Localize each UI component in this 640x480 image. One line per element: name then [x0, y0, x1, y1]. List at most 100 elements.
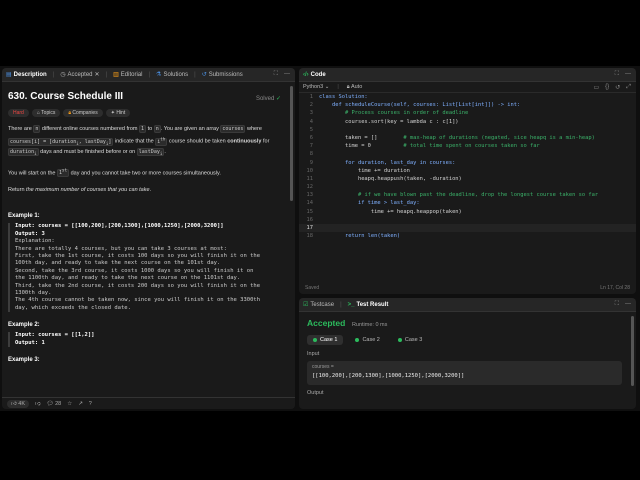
example-line: There are totally 4 courses, but you can… [15, 245, 227, 252]
braces-icon[interactable]: {} [605, 84, 609, 91]
line-number: 18 [306, 233, 314, 240]
topics-chip[interactable]: ⌂ Topics [31, 109, 61, 117]
result-scrollbar[interactable] [631, 316, 634, 386]
case-tab-1[interactable]: Case 1 [307, 335, 344, 345]
case-tab-3[interactable]: Case 3 [392, 335, 428, 345]
line-number: 16 [306, 216, 314, 223]
code-icon: ‹/› [303, 71, 309, 78]
bookmark-icon[interactable]: ▭ [593, 84, 599, 91]
code-line[interactable]: 2 def scheduleCourse(self, courses: List… [299, 101, 636, 109]
solved-status: Solved ✓ [255, 96, 281, 102]
code-line[interactable]: 1 class Solution: [299, 93, 636, 101]
code-line[interactable]: 7 time = 0 # total time spent on courses… [299, 142, 636, 150]
code-line[interactable]: 10 time += duration [299, 167, 636, 175]
tab-editorial[interactable]: ▥ Editorial [113, 71, 142, 79]
pass-dot-icon [397, 338, 402, 342]
tab-accepted[interactable]: ◷ Accepted ✕ [60, 71, 100, 79]
example-2-title: Example 2: [8, 322, 40, 329]
line-text: return len(taken) [319, 233, 401, 240]
auto-mode-toggle[interactable]: 🔒︎ Auto [347, 84, 363, 91]
code-line[interactable]: 6 taken = [] # max-heap of durations (ne… [299, 134, 636, 142]
close-icon[interactable]: ✕ [95, 71, 100, 78]
difficulty-badge: Hard [8, 109, 29, 117]
code-line[interactable]: 4 courses.sort(key = lambda c : c[1]) [299, 118, 636, 126]
code-line[interactable]: 16 [299, 216, 636, 224]
share-icon[interactable]: ↗ [78, 401, 83, 407]
code-line[interactable]: 9 for duration, last_day in courses: [299, 159, 636, 167]
book-icon: ▥ [113, 72, 119, 78]
description-scrollbar[interactable] [290, 86, 293, 201]
tab-separator: | [52, 71, 55, 78]
example-3-title: Example 3: [8, 357, 40, 363]
comments-button[interactable]: 💬︎ 28 [47, 401, 62, 407]
description-footer: 👍︎ 4K 👎︎ 💬︎ 28 ☆ ↗ ? [2, 397, 295, 409]
code-line[interactable]: 18 return len(taken) [299, 232, 636, 240]
help-icon[interactable]: ? [89, 401, 92, 407]
line-text: # Process courses in order of deadline [344, 110, 469, 117]
collapse-icon[interactable]: — [284, 71, 290, 78]
example-line: Explanation: [15, 238, 55, 245]
example-line: Output: 1 [15, 339, 45, 346]
collapse-icon[interactable]: — [625, 71, 631, 78]
cursor-position: Ln 17, Col 28 [600, 285, 630, 291]
tab-testcase[interactable]: ☑ Testcase [303, 301, 334, 309]
courses-inline-code: courses[i] = [durationi, lastDayi] [8, 137, 114, 146]
code-line[interactable]: 17 [299, 224, 636, 233]
tab-description[interactable]: ▤ Description [6, 71, 47, 79]
case-tab-2[interactable]: Case 2 [349, 335, 385, 345]
tab-solutions[interactable]: ⚗ Solutions [156, 71, 188, 79]
line-text: def scheduleCourse(self, courses: List[L… [319, 102, 521, 109]
check-circle-icon: ✓ [275, 96, 281, 102]
line-text: class Solution: [319, 94, 368, 100]
code-line[interactable]: 5 [299, 126, 636, 134]
description-paragraph-3: Return the maximum number of courses tha… [8, 187, 152, 194]
code-line[interactable]: 13 # if we have blown past the deadline,… [299, 191, 636, 199]
code-panel: ‹/› Code ⛶ — Python3 ⌄ | 🔒︎ Auto ▭ {} ↺ … [299, 68, 636, 294]
line-number: 14 [306, 200, 314, 207]
maximize-icon[interactable]: ⛶ [615, 71, 619, 78]
test-result-body: Accepted Runtime: 0 ms Case 1 Case 2 Cas… [299, 312, 630, 409]
line-text: for duration, last_day in courses: [319, 159, 456, 166]
dislike-button[interactable]: 👎︎ [35, 401, 41, 407]
app-window: ▤ Description | ◷ Accepted ✕ | ▥ Editori… [0, 66, 640, 411]
example-1-title: Example 1: [8, 213, 40, 220]
thumbs-down-icon: 👎︎ [35, 400, 41, 407]
code-line[interactable]: 3 # Process courses in order of deadline [299, 109, 636, 117]
example-line: The 4th course cannot be taken now, sinc… [15, 297, 261, 304]
line-number: 11 [306, 175, 314, 182]
reset-icon[interactable]: ↺ [615, 84, 620, 91]
saved-status: Saved [305, 285, 320, 291]
problem-title[interactable]: 630. Course Schedule III [8, 91, 285, 102]
example-line: Output: 3 [15, 230, 45, 237]
code-lines: 1 class Solution: 2 def scheduleCourse(sel… [299, 93, 636, 240]
line-number: 6 [309, 134, 313, 141]
hint-chip[interactable]: ✦ Hint [105, 109, 131, 117]
code-line[interactable]: 8 [299, 150, 636, 158]
result-status: Accepted [307, 318, 346, 328]
line-number: 12 [306, 184, 314, 191]
example-line: 1300th day. [15, 289, 52, 296]
left-panel-controls: ⛶ — [274, 71, 290, 78]
collapse-icon[interactable]: — [625, 301, 631, 308]
line-number: 2 [309, 102, 313, 109]
star-icon[interactable]: ☆ [67, 401, 72, 407]
document-icon: ▤ [6, 72, 12, 78]
example-line: First, take the 1st course, it costs 100… [15, 252, 261, 259]
line-number: 13 [306, 192, 314, 199]
result-panel: ☑ Testcase | >_ Test Result ⛶ — Accepted… [299, 298, 636, 409]
expand-icon[interactable]: ⤢ [626, 84, 631, 91]
like-button[interactable]: 👍︎ 4K [7, 399, 30, 408]
tab-submissions[interactable]: ↺ Submissions [202, 71, 243, 79]
companies-chip[interactable]: 🔒︎ Companies [63, 109, 103, 117]
language-select[interactable]: Python3 ⌄ [303, 84, 329, 90]
code-line[interactable]: 15 time += heapq.heappop(taken) [299, 208, 636, 216]
maximize-icon[interactable]: ⛶ [274, 71, 278, 78]
tab-test-result[interactable]: >_ Test Result [348, 302, 389, 308]
maximize-icon[interactable]: ⛶ [615, 301, 619, 308]
code-line[interactable]: 11 heapq.heappush(taken, -duration) [299, 175, 636, 183]
code-line[interactable]: 12 [299, 183, 636, 191]
code-editor[interactable]: 1 class Solution: 2 def scheduleCourse(sel… [299, 93, 636, 282]
code-line[interactable]: 14 if time > last_day: [299, 199, 636, 207]
tab-code[interactable]: ‹/› Code [303, 72, 326, 78]
example-line: day, which exceeds the closed date. [15, 304, 131, 311]
